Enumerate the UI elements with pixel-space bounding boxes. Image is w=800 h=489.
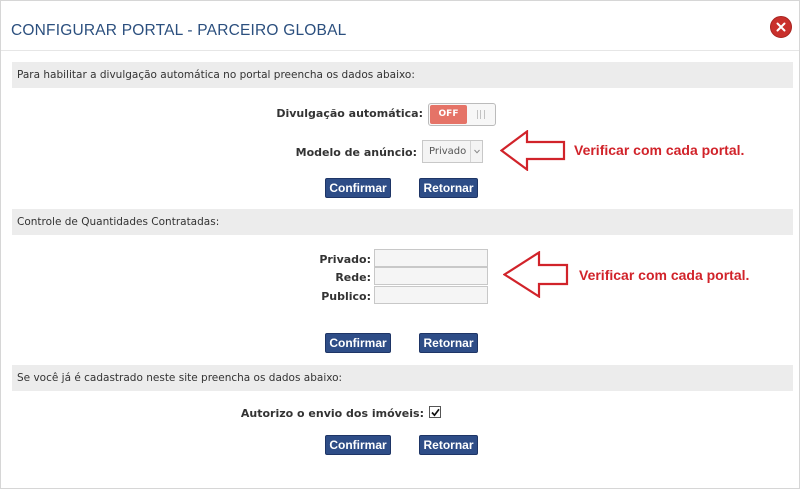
back-button-2[interactable]: Retornar	[419, 333, 478, 353]
section-auto-publish-header: Para habilitar a divulgação automática n…	[12, 62, 793, 88]
configure-portal-dialog: CONFIGURAR PORTAL - PARCEIRO GLOBAL Para…	[0, 0, 800, 489]
ad-model-value: Privado	[429, 146, 467, 157]
ad-model-select[interactable]: Privado	[422, 140, 483, 163]
close-icon	[776, 22, 786, 32]
toggle-off-label: OFF	[430, 105, 467, 124]
back-button-1[interactable]: Retornar	[419, 178, 478, 198]
publico-input[interactable]	[374, 286, 488, 304]
consent-checkbox[interactable]	[429, 406, 441, 418]
ad-model-label: Modelo de anúncio:	[295, 146, 417, 159]
checkmark-icon	[431, 408, 440, 417]
left-arrow-icon	[500, 130, 566, 171]
rede-label: Rede:	[335, 271, 371, 284]
title-divider	[1, 50, 799, 51]
back-button-3[interactable]: Retornar	[419, 435, 478, 455]
privado-input[interactable]	[374, 249, 488, 267]
confirm-button-1[interactable]: Confirmar	[325, 178, 391, 198]
chevron-down-icon	[470, 141, 482, 162]
dialog-title: CONFIGURAR PORTAL - PARCEIRO GLOBAL	[11, 22, 347, 39]
annotation-note-1: Verificar com cada portal.	[574, 142, 745, 158]
consent-label: Autorizo o envio dos imóveis:	[240, 407, 424, 420]
close-button[interactable]	[770, 16, 792, 38]
confirm-button-3[interactable]: Confirmar	[325, 435, 391, 455]
annotation-note-2: Verificar com cada portal.	[579, 267, 750, 283]
confirm-button-2[interactable]: Confirmar	[325, 333, 391, 353]
publico-label: Publico:	[321, 290, 371, 303]
auto-publish-label: Divulgação automática:	[276, 107, 423, 120]
section-registered-header: Se você já é cadastrado neste site preen…	[12, 365, 793, 391]
section-quantities-header: Controle de Quantidades Contratadas:	[12, 209, 793, 235]
rede-input[interactable]	[374, 267, 488, 285]
privado-label: Privado:	[319, 253, 371, 266]
left-arrow-icon	[503, 251, 569, 298]
auto-publish-toggle[interactable]: OFF	[428, 103, 496, 126]
toggle-grip-icon	[477, 110, 485, 119]
